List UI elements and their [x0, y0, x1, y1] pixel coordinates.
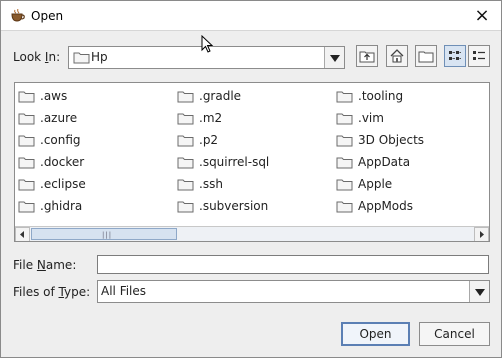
file-name: .tooling	[358, 89, 404, 103]
file-name: Apple	[358, 177, 393, 191]
folder-icon	[336, 179, 353, 191]
folder-icon	[18, 91, 35, 103]
file-name: .eclipse	[40, 177, 86, 191]
dialog-title: Open	[31, 9, 64, 23]
file-list[interactable]: .aws .azure .config .docker .eclipse .gh…	[14, 82, 490, 242]
file-name: .vim	[358, 111, 384, 125]
file-name: .squirrel-sql	[199, 155, 270, 169]
close-icon: ×	[474, 5, 490, 26]
folder-icon	[336, 113, 353, 125]
look-in-label-post: n:	[48, 50, 61, 64]
home-button[interactable]	[386, 45, 408, 67]
folder-icon	[18, 157, 35, 169]
list-view-icon	[449, 51, 461, 60]
file-name: .subversion	[199, 199, 269, 213]
folder-icon	[336, 157, 353, 169]
file-type-value: All Files	[101, 284, 147, 298]
file-name: 3D Objects	[358, 133, 425, 147]
folder-icon	[18, 135, 35, 147]
file-type-label-pre: Files of	[13, 285, 59, 299]
chevron-right-icon	[480, 231, 484, 238]
file-type-combo[interactable]: All Files	[97, 280, 490, 303]
file-name: .docker	[40, 155, 85, 169]
look-in-label-pre: Look	[13, 50, 45, 64]
folder-icon	[177, 135, 194, 147]
file-type-label: Files of Type:	[13, 285, 90, 299]
java-cup-icon	[11, 9, 25, 22]
folder-icon	[336, 91, 353, 103]
folder-icon	[177, 201, 194, 213]
file-name-field[interactable]	[97, 255, 489, 274]
horizontal-scrollbar[interactable]: |||	[15, 226, 489, 241]
up-one-level-icon	[359, 51, 375, 63]
file-name: .m2	[199, 111, 223, 125]
scrollbar-thumb[interactable]: |||	[31, 228, 177, 240]
scroll-right-button[interactable]	[474, 227, 489, 241]
mouse-pointer-icon	[201, 35, 214, 53]
folder-icon	[18, 179, 35, 191]
file-name: AppData	[358, 155, 411, 169]
details-view-icon	[473, 51, 485, 60]
folder-icon	[73, 52, 90, 64]
folder-icon	[177, 157, 194, 169]
open-button[interactable]: Open	[341, 322, 410, 346]
file-name: .p2	[199, 133, 219, 147]
file-type-label-post: ype:	[64, 285, 91, 299]
folder-icon	[336, 135, 353, 147]
file-name: .aws	[40, 89, 68, 103]
file-name: .ghidra	[40, 199, 83, 213]
close-button[interactable]: ×	[469, 5, 495, 27]
new-folder-button[interactable]	[415, 45, 437, 67]
up-one-level-button[interactable]	[356, 45, 378, 67]
chevron-down-icon[interactable]	[469, 281, 489, 302]
open-dialog: Open × Look In: Hp .aws .azure .config .…	[0, 0, 502, 358]
home-icon	[390, 49, 404, 63]
folder-icon	[177, 91, 194, 103]
chevron-down-icon[interactable]	[324, 47, 344, 68]
file-name-label-pre: File	[13, 258, 37, 272]
title-bar: Open ×	[1, 1, 501, 31]
details-view-button[interactable]	[468, 45, 490, 67]
cancel-button[interactable]: Cancel	[419, 322, 490, 346]
file-name: .ssh	[199, 177, 223, 191]
folder-icon	[18, 113, 35, 125]
scroll-grip-icon: |||	[102, 231, 113, 239]
file-name: .azure	[40, 111, 78, 125]
folder-icon	[336, 201, 353, 213]
file-name: AppMods	[358, 199, 414, 213]
scroll-left-button[interactable]	[15, 227, 30, 241]
file-name: .gradle	[199, 89, 242, 103]
list-view-button[interactable]	[444, 45, 466, 67]
file-name-label-post: ame:	[45, 258, 77, 272]
chevron-left-icon	[20, 231, 24, 238]
folder-icon	[18, 201, 35, 213]
folder-icon	[177, 113, 194, 125]
look-in-value: Hp	[91, 50, 108, 64]
folder-icon	[177, 179, 194, 191]
new-folder-icon	[418, 51, 434, 63]
file-name: .config	[40, 133, 81, 147]
look-in-label: Look In:	[13, 50, 60, 64]
file-name-label-accel: N	[36, 258, 46, 272]
file-name-label: File Name:	[13, 258, 76, 272]
